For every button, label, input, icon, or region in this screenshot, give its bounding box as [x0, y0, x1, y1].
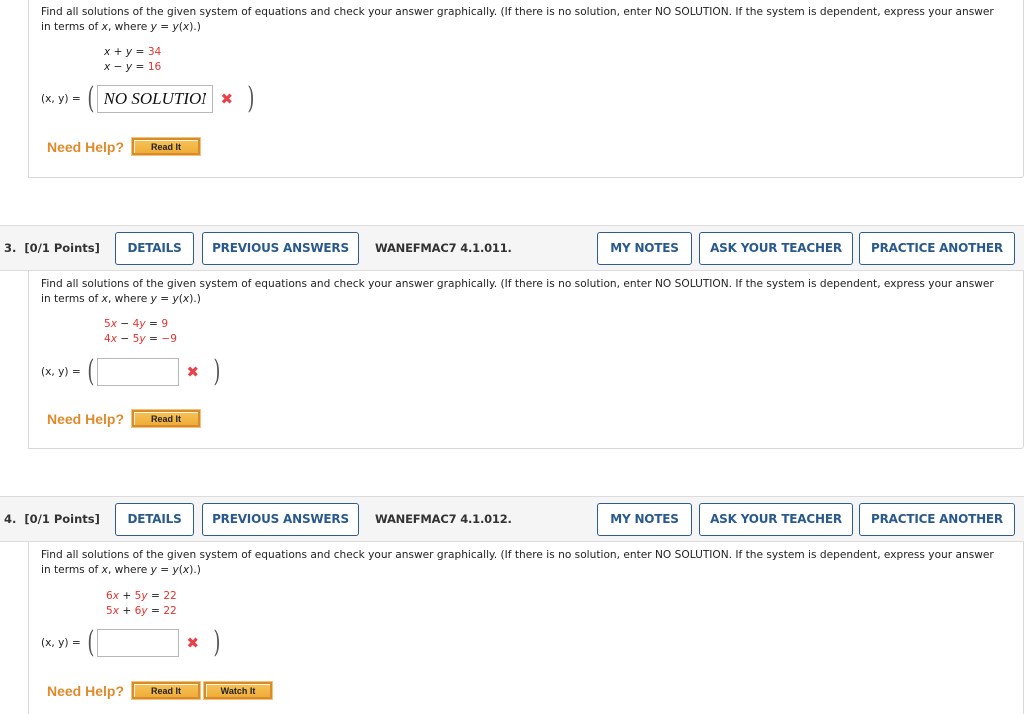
question-4-body: Find all solutions of the given system o…	[28, 542, 1024, 714]
answer-label: (x, y) =	[41, 366, 81, 378]
close-paren: )	[213, 625, 221, 660]
read-it-button[interactable]: Read It	[131, 681, 202, 700]
read-it-button[interactable]: Read It	[131, 137, 202, 156]
answer-input[interactable]	[96, 629, 179, 657]
equation-row: 4x − 5y = −9	[104, 333, 177, 345]
question-3-prompt: Find all solutions of the given system o…	[41, 277, 1016, 307]
question-4-points: 4. [0/1 Points]	[4, 512, 100, 526]
details-button[interactable]: DETAILS	[115, 502, 194, 536]
question-4-prompt: Find all solutions of the given system o…	[41, 548, 1016, 578]
need-help: Need Help? Read It Watch It	[47, 681, 276, 700]
answer-row: (x, y) = ( ✖ )	[41, 357, 223, 387]
practice-another-button[interactable]: PRACTICE ANOTHER	[859, 502, 1015, 536]
equation-row: 5x + 6y = 22	[106, 605, 177, 617]
ask-your-teacher-button[interactable]: ASK YOUR TEACHER	[699, 231, 853, 265]
my-notes-button[interactable]: MY NOTES	[597, 231, 692, 265]
equation-row: 5x − 4y = 9	[104, 318, 169, 330]
open-paren: (	[87, 81, 95, 116]
practice-another-button[interactable]: PRACTICE ANOTHER	[859, 231, 1015, 265]
ask-your-teacher-button[interactable]: ASK YOUR TEACHER	[699, 502, 853, 536]
previous-answers-button[interactable]: PREVIOUS ANSWERS	[202, 502, 359, 536]
question-2-body: Find all solutions of the given system o…	[28, 0, 1024, 178]
prompt-line-2: in terms of x, where y = y(x).)	[41, 293, 201, 305]
close-paren: )	[247, 81, 255, 116]
incorrect-x-icon: ✖	[186, 634, 200, 652]
equation-system: 5x − 4y = 9 4x − 5y = −9	[104, 317, 177, 347]
equation-row: 6x + 5y = 22	[106, 590, 177, 602]
answer-label: (x, y) =	[41, 637, 81, 649]
question-3-points: 3. [0/1 Points]	[4, 241, 100, 255]
question-3-code: WANEFMAC7 4.1.011.	[375, 241, 512, 255]
open-paren: (	[87, 625, 95, 660]
watch-it-button[interactable]: Watch It	[203, 681, 274, 700]
question-2-prompt: Find all solutions of the given system o…	[41, 5, 1016, 35]
question-3-body: Find all solutions of the given system o…	[28, 271, 1024, 449]
question-4-header: 4. [0/1 Points] DETAILS PREVIOUS ANSWERS…	[0, 496, 1024, 542]
open-paren: (	[87, 354, 95, 389]
question-4-code: WANEFMAC7 4.1.012.	[375, 512, 512, 526]
equation-system: 6x + 5y = 22 5x + 6y = 22	[106, 589, 177, 619]
prompt-line-1: Find all solutions of the given system o…	[41, 549, 994, 561]
equation-row: x − y = 16	[104, 61, 162, 73]
answer-input[interactable]	[96, 85, 213, 113]
prompt-line-2: in terms of x, where y = y(x).)	[41, 21, 201, 33]
answer-input[interactable]	[96, 358, 179, 386]
equation-system: x + y = 34 x − y = 16	[104, 45, 161, 75]
close-paren: )	[213, 354, 221, 389]
need-help-label: Need Help?	[47, 682, 125, 699]
equation-row: x + y = 34	[104, 46, 162, 58]
details-button[interactable]: DETAILS	[115, 231, 194, 265]
need-help: Need Help? Read It	[47, 409, 204, 428]
answer-label: (x, y) =	[41, 93, 81, 105]
question-3-header: 3. [0/1 Points] DETAILS PREVIOUS ANSWERS…	[0, 225, 1024, 271]
answer-row: (x, y) = ( ✖ )	[41, 84, 257, 114]
incorrect-x-icon: ✖	[220, 90, 234, 108]
need-help-label: Need Help?	[47, 138, 125, 155]
previous-answers-button[interactable]: PREVIOUS ANSWERS	[202, 231, 359, 265]
answer-row: (x, y) = ( ✖ )	[41, 628, 223, 658]
prompt-line-1: Find all solutions of the given system o…	[41, 278, 994, 290]
my-notes-button[interactable]: MY NOTES	[597, 502, 692, 536]
prompt-line-1: Find all solutions of the given system o…	[41, 6, 994, 18]
incorrect-x-icon: ✖	[186, 363, 200, 381]
need-help: Need Help? Read It	[47, 137, 204, 156]
prompt-line-2: in terms of x, where y = y(x).)	[41, 564, 201, 576]
need-help-label: Need Help?	[47, 410, 125, 427]
read-it-button[interactable]: Read It	[131, 409, 202, 428]
